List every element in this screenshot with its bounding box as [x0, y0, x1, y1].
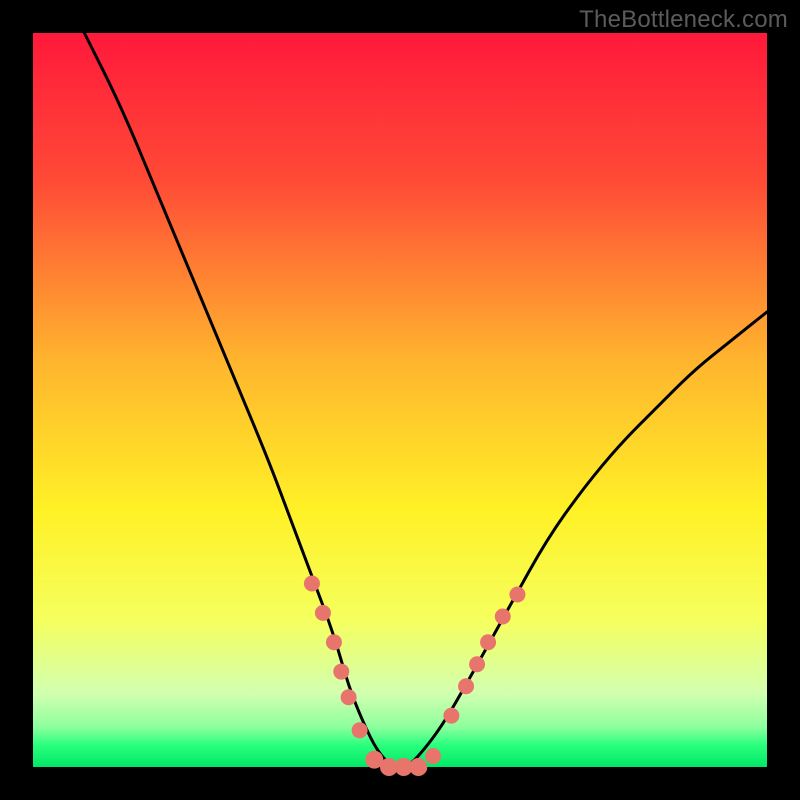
highlight-dot	[326, 634, 342, 650]
highlight-dot	[333, 664, 349, 680]
plot-background	[33, 33, 767, 767]
highlight-dot	[341, 689, 357, 705]
highlight-dot	[304, 576, 320, 592]
chart-container: TheBottleneck.com	[0, 0, 800, 800]
highlight-dot	[469, 656, 485, 672]
highlight-dot	[443, 708, 459, 724]
highlight-dot	[509, 587, 525, 603]
bottleneck-chart	[0, 0, 800, 800]
highlight-dot	[409, 758, 427, 776]
watermark-text: TheBottleneck.com	[579, 6, 788, 34]
highlight-dot	[495, 609, 511, 625]
highlight-dot	[458, 678, 474, 694]
highlight-dot	[315, 605, 331, 621]
highlight-dot	[425, 748, 441, 764]
highlight-dot	[352, 722, 368, 738]
highlight-dot	[480, 634, 496, 650]
